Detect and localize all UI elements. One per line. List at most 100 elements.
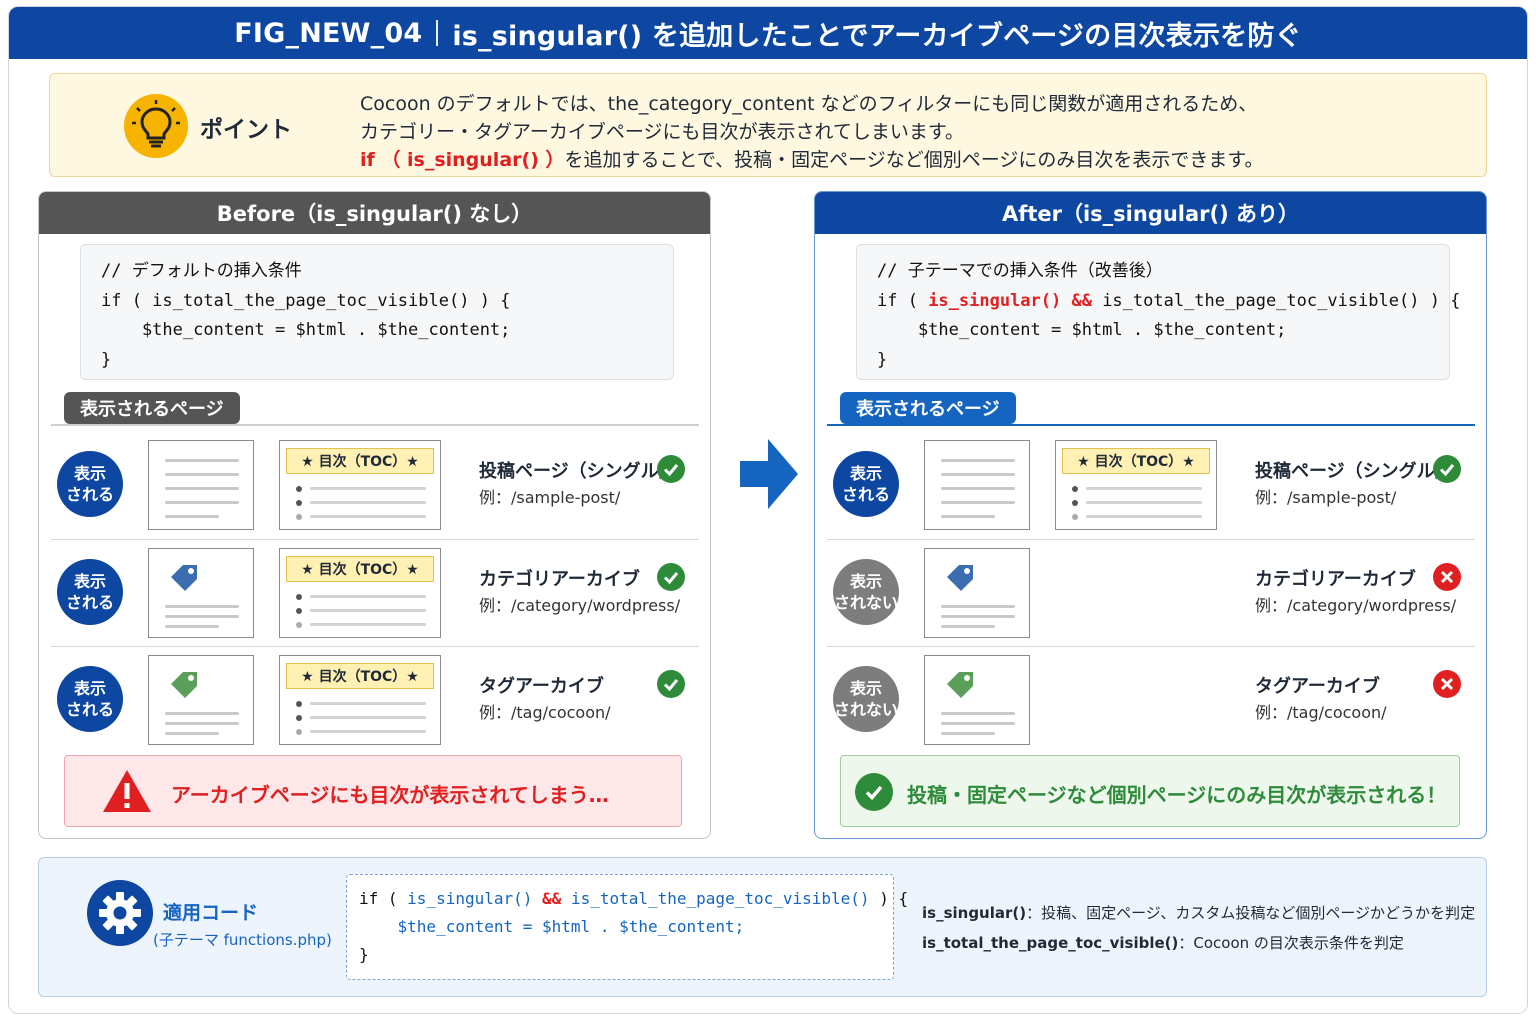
after-code-block: // 子テーマでの挿入条件（改善後） if ( is_singular() && … [856,244,1460,380]
apply-code-line-2: $the_content = $html . $the_content; [359,917,745,936]
hidden-badge-line1: 表示 [849,679,882,698]
desc-text: ：投稿、固定ページ、カスタム投稿など個別ページかどうかを判定 [1026,904,1476,922]
shown-badge-line1: 表示 [73,464,106,483]
after-code-line-2-pre: if ( [877,290,929,311]
success-message: 投稿・固定ページなど個別ページにのみ目次が表示される！ [907,783,1447,807]
title-separator [436,20,439,46]
category-tag-icon [171,565,197,591]
before-code-line-2: if ( is_total_the_page_toc_visible() ) { [101,290,511,311]
post-page-thumbnail [924,440,1030,530]
apply-code-section: 適用コード (子テーマ functions.php) if ( is_singu… [38,857,1487,997]
point-line-3: if （ is_singular() ）を追加することで、投稿・固定ページなど個… [360,146,1264,174]
check-icon [657,455,685,483]
hidden-badge-line1: 表示 [849,572,882,591]
shown-badge-line2: される [65,593,114,612]
toc-box: ★ 目次（TOC）★ [1055,440,1217,530]
shown-badge: 表示 される [833,451,899,517]
row-title: タグアーカイブ [1255,676,1380,697]
apply-code-if: if ( [359,889,408,908]
hidden-badge: 表示 されない [833,666,899,732]
desc-term: is_total_the_page_toc_visible() [922,934,1179,952]
cross-icon [1433,563,1461,591]
shown-badge: 表示 される [57,666,123,732]
row-example-url: 例：/tag/cocoon/ [1255,703,1387,722]
after-code-line-4: } [877,349,888,370]
point-line-3-code: if （ is_singular() ） [360,149,565,171]
figure-title: is_singular() を追加したことでアーカイブページの目次表示を防ぐ [452,20,1302,52]
apply-code-file: (子テーマ functions.php) [153,931,332,949]
row-title: 投稿ページ（シングル） [479,461,677,482]
toc-badge: ★ 目次（TOC）★ [286,556,434,582]
desc-text: ：Cocoon の目次表示条件を判定 [1178,934,1404,952]
after-heading: After（is_singular() あり） [815,192,1486,234]
after-code-line-2-condition: is_singular() && [928,290,1092,311]
apply-code-fn-toc: is_total_the_page_toc_visible() [570,889,870,908]
row-example-url: 例：/sample-post/ [1255,488,1397,507]
shown-badge: 表示 される [57,451,123,517]
category-tag-icon [947,565,973,591]
post-page-thumbnail [148,440,254,530]
check-icon [657,670,685,698]
after-row-post: 表示される ★ 目次（TOC）★ 投稿ページ（シングル） 例：/sample-p… [827,432,1475,538]
apply-code-block: if ( is_singular() && is_total_the_page_… [346,874,908,980]
title-bar: FIG_NEW_04 is_singular() を追加したことでアーカイブペー… [9,7,1527,59]
apply-code-and: && [532,889,571,908]
after-panel: After（is_singular() あり） // 子テーマでの挿入条件（改善… [814,191,1487,839]
desc-toc-visible: is_total_the_page_toc_visible()：Cocoon の… [922,932,1404,953]
apply-code-line-3: } [359,945,369,964]
right-arrow-icon [740,439,798,509]
tag-icon [947,672,973,698]
category-page-thumbnail [148,548,254,638]
check-circle-icon [855,773,893,811]
shown-badge-line1: 表示 [849,464,882,483]
before-code-line-4: } [101,349,112,370]
before-panel: Before（is_singular() なし） // デフォルトの挿入条件 if… [38,191,711,839]
before-heading: Before（is_singular() なし） [39,192,710,234]
check-icon [657,563,685,591]
row-example-url: 例：/sample-post/ [479,488,621,507]
toc-badge: ★ 目次（TOC）★ [286,448,434,474]
shown-badge-line1: 表示 [73,572,106,591]
before-code-block: // デフォルトの挿入条件 if ( is_total_the_page_toc_… [80,244,674,380]
hidden-badge-line2: されない [833,593,898,612]
shown-badge-line1: 表示 [73,679,106,698]
shown-badge-line2: される [65,485,114,504]
before-row-tag: 表示 される ★ 目次（TOC）★ タグアーカイブ 例：/tag/cocoon/ [51,646,699,752]
after-row-tag: 表示 されない タグアーカイブ 例：/tag/cocoon/ [827,646,1475,752]
tag-page-thumbnail [148,655,254,745]
toc-box: ★ 目次（TOC）★ [279,655,441,745]
point-text: Cocoon のデフォルトでは、the_category_content などの… [360,90,1264,174]
desc-is-singular: is_singular()：投稿、固定ページ、カスタム投稿など個別ページかどうか… [922,902,1475,923]
toc-box: ★ 目次（TOC）★ [279,440,441,530]
apply-code-line-1: if ( is_singular() && is_total_the_page_… [359,885,908,913]
toc-badge: ★ 目次（TOC）★ [1062,448,1210,474]
row-example-url: 例：/tag/cocoon/ [479,703,611,722]
before-shown-pages-tab: 表示されるページ [64,392,240,424]
before-row-category: 表示 される ★ 目次（TOC）★ カテゴリアーカイブ 例：/category/w… [51,539,699,645]
shown-badge-line2: される [841,485,890,504]
desc-term: is_singular() [922,904,1027,922]
apply-code-label: 適用コード [163,902,259,924]
tag-icon [171,672,197,698]
toc-badge: ★ 目次（TOC）★ [286,663,434,689]
after-row-category: 表示 されない カテゴリアーカイブ 例：/category/wordpress/ [827,539,1475,645]
hidden-badge: 表示 されない [833,559,899,625]
row-title: カテゴリアーカイブ [1255,569,1416,590]
check-icon [1433,455,1461,483]
after-shown-pages-tab: 表示されるページ [840,392,1016,424]
point-line-2: カテゴリー・タグアーカイブページにも目次が表示されてしまいます。 [360,121,965,143]
point-box: ポイント Cocoon のデフォルトでは、the_category_conten… [49,73,1487,177]
point-line-1: Cocoon のデフォルトでは、the_category_content などの… [360,93,1258,115]
lightbulb-icon [124,94,188,158]
shown-badge-line2: される [65,700,114,719]
warning-icon [103,770,151,812]
success-result: 投稿・固定ページなど個別ページにのみ目次が表示される！ [840,755,1460,827]
tag-page-thumbnail [924,655,1030,745]
before-code-line-3: $the_content = $html . $the_content; [101,320,511,340]
row-title: 投稿ページ（シングル） [1255,461,1453,482]
gear-icon [87,880,153,946]
point-label: ポイント [200,117,292,143]
row-example-url: 例：/category/wordpress/ [479,596,681,615]
point-line-3-text: を追加することで、投稿・固定ページなど個別ページにのみ目次を表示できます。 [564,149,1264,171]
shown-badge: 表示 される [57,559,123,625]
